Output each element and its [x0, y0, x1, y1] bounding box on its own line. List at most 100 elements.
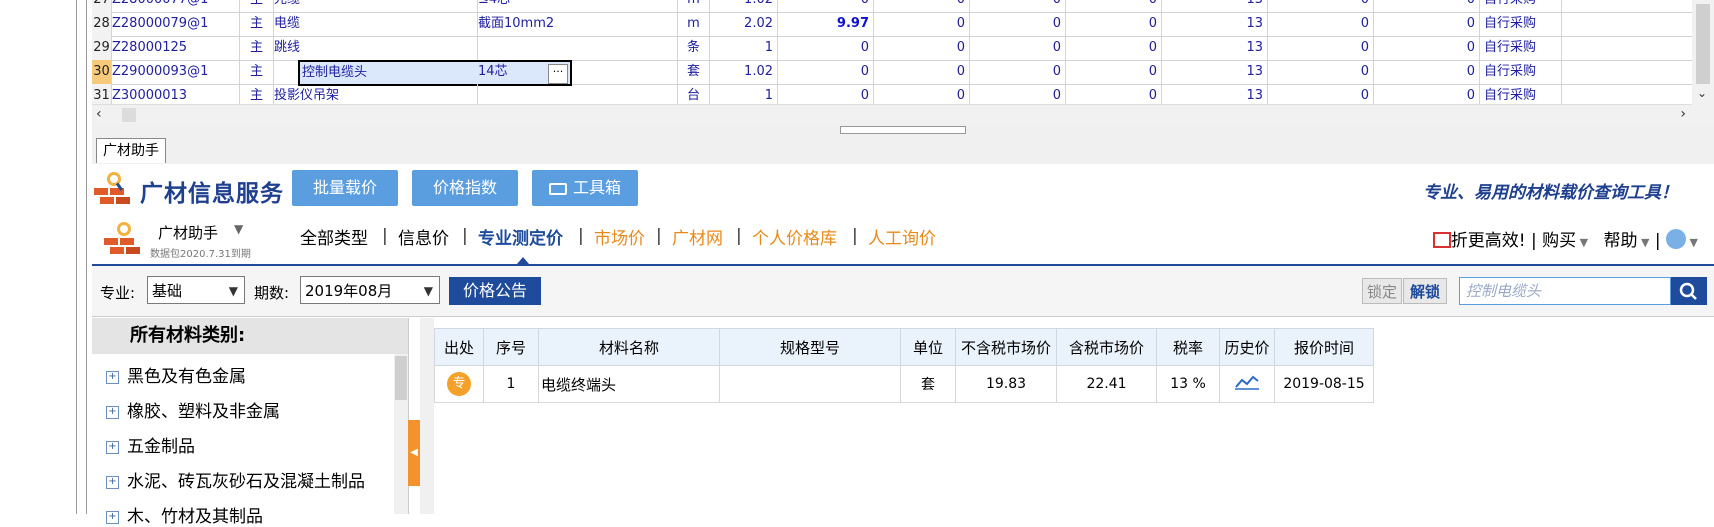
- category-item[interactable]: + 五金制品: [106, 432, 195, 457]
- search-icon[interactable]: [1671, 277, 1707, 305]
- unit-cell[interactable]: m: [678, 0, 710, 12]
- type-cell[interactable]: 主: [240, 0, 274, 12]
- source-cell[interactable]: 自行采购: [1480, 36, 1562, 60]
- type-cell[interactable]: 主: [240, 36, 274, 60]
- name-cell[interactable]: 跳线: [274, 36, 478, 60]
- value-cell[interactable]: 0: [1268, 60, 1374, 84]
- user-icon[interactable]: [1666, 229, 1687, 249]
- qty-cell[interactable]: 1.02: [710, 0, 778, 12]
- toolbox-button[interactable]: 工具箱: [532, 170, 638, 206]
- code-cell[interactable]: Z28000125: [112, 36, 240, 60]
- value-cell[interactable]: 13: [1162, 60, 1268, 84]
- unlock-button[interactable]: 解锁: [1403, 278, 1447, 304]
- category-scrollbar[interactable]: [394, 354, 408, 514]
- value-cell[interactable]: 0: [1374, 0, 1480, 12]
- batch-load-price-button[interactable]: 批量载价: [292, 170, 398, 206]
- source-cell[interactable]: 专: [434, 365, 484, 403]
- nav-all-types[interactable]: 全部类型: [300, 224, 368, 249]
- type-cell[interactable]: 主: [240, 12, 274, 36]
- qty-cell[interactable]: 1: [710, 36, 778, 60]
- expand-icon[interactable]: +: [106, 510, 119, 524]
- scroll-down-icon[interactable]: ⌄: [1697, 86, 1707, 100]
- history-price-cell[interactable]: [1219, 365, 1275, 403]
- source-cell[interactable]: 自行采购: [1480, 60, 1562, 84]
- value-cell[interactable]: 0: [874, 12, 970, 36]
- type-cell[interactable]: 主: [240, 60, 274, 84]
- vertical-scrollbar[interactable]: ⌄: [1692, 0, 1714, 124]
- value-cell[interactable]: 0: [970, 36, 1066, 60]
- help-menu[interactable]: 帮助: [1604, 231, 1638, 251]
- value-cell[interactable]: 0: [1066, 12, 1162, 36]
- value-cell[interactable]: 0: [1066, 0, 1162, 12]
- book-icon[interactable]: [1432, 232, 1451, 248]
- price-index-button[interactable]: 价格指数: [412, 170, 518, 206]
- value-cell[interactable]: 13: [1162, 12, 1268, 36]
- category-item[interactable]: + 木、竹材及其制品: [106, 502, 263, 527]
- code-cell[interactable]: Z28000077@1: [112, 0, 240, 12]
- value-cell[interactable]: 0: [1066, 60, 1162, 84]
- value-cell[interactable]: 0: [1268, 12, 1374, 36]
- spec-cell[interactable]: ≤4芯: [478, 0, 678, 12]
- pane-splitter[interactable]: [92, 124, 1714, 136]
- value-cell[interactable]: 0: [970, 0, 1066, 12]
- scroll-left-icon[interactable]: ‹: [96, 106, 102, 122]
- code-cell[interactable]: Z28000079@1: [112, 12, 240, 36]
- category-item[interactable]: + 橡胶、塑料及非金属: [106, 397, 280, 422]
- tab-gc-assistant[interactable]: 广材助手: [96, 138, 166, 163]
- source-cell[interactable]: 自行采购: [1480, 12, 1562, 36]
- price-cell[interactable]: 9.97: [778, 12, 874, 36]
- table-row[interactable]: 29 Z28000125 主 跳线 条 1 0 0 0 0 13 0 0 自行采…: [92, 36, 1697, 61]
- value-cell[interactable]: 0: [1268, 0, 1374, 12]
- buy-menu[interactable]: 购买: [1542, 231, 1576, 251]
- value-cell[interactable]: 0: [970, 12, 1066, 36]
- price-cell[interactable]: 0: [778, 60, 874, 84]
- expand-icon[interactable]: +: [106, 440, 119, 454]
- scroll-thumb[interactable]: [395, 356, 407, 400]
- major-select[interactable]: 基础 ▼: [147, 276, 245, 304]
- chevron-down-icon[interactable]: ▼: [234, 222, 243, 236]
- value-cell[interactable]: 0: [1066, 36, 1162, 60]
- spec-cell[interactable]: [478, 36, 678, 60]
- qty-cell[interactable]: 2.02: [710, 12, 778, 36]
- efficiency-link[interactable]: 折更高效!: [1451, 231, 1526, 251]
- category-item[interactable]: + 水泥、砖瓦灰砂石及混凝土制品: [106, 467, 365, 492]
- nav-info-price[interactable]: 信息价: [398, 224, 449, 249]
- qty-cell[interactable]: 1.02: [710, 60, 778, 84]
- value-cell[interactable]: 0: [874, 0, 970, 12]
- search-input[interactable]: 控制电缆头: [1459, 277, 1671, 305]
- pretax-price-cell[interactable]: 19.83: [955, 365, 1057, 403]
- value-cell[interactable]: 0: [874, 60, 970, 84]
- chevron-down-icon[interactable]: ▼: [1576, 236, 1588, 249]
- code-cell[interactable]: Z29000093@1: [112, 60, 240, 84]
- value-cell[interactable]: 13: [1162, 0, 1268, 12]
- nav-market-price[interactable]: 市场价: [594, 224, 645, 249]
- value-cell[interactable]: 0: [1374, 60, 1480, 84]
- name-cell[interactable]: 电缆: [274, 12, 478, 36]
- nav-manual-inquiry[interactable]: 人工询价: [868, 224, 936, 249]
- name-cell[interactable]: 光缆: [274, 0, 478, 12]
- value-cell[interactable]: 0: [970, 60, 1066, 84]
- taxed-price-cell[interactable]: 22.41: [1056, 365, 1157, 403]
- account-name[interactable]: 广材助手: [158, 222, 218, 243]
- splitter-grip[interactable]: [840, 126, 966, 134]
- professional-source-badge[interactable]: 专: [447, 372, 471, 396]
- price-announcement-button[interactable]: 价格公告: [449, 277, 541, 305]
- chevron-down-icon[interactable]: ▼: [1686, 236, 1698, 249]
- unit-cell[interactable]: 套: [678, 60, 710, 84]
- spec-cell[interactable]: 截面10mm2: [478, 12, 678, 36]
- nav-personal-price-library[interactable]: 个人价格库: [752, 224, 837, 249]
- value-cell[interactable]: 0: [874, 36, 970, 60]
- price-cell[interactable]: 0: [778, 36, 874, 60]
- horizontal-scrollbar[interactable]: ‹ ›: [92, 104, 1692, 125]
- collapse-panel-handle[interactable]: ◀: [408, 420, 420, 486]
- lock-button[interactable]: 锁定: [1362, 278, 1402, 304]
- spec-cell[interactable]: 14芯: [478, 60, 678, 84]
- material-name-cell[interactable]: 电缆终端头: [538, 365, 720, 403]
- table-row[interactable]: 30 Z29000093@1 主 控制电缆头 ··· 14芯 套 1.02 0 …: [92, 60, 1697, 86]
- scroll-thumb[interactable]: [122, 108, 136, 122]
- expand-icon[interactable]: +: [106, 370, 119, 384]
- value-cell[interactable]: 0: [1374, 12, 1480, 36]
- scroll-thumb[interactable]: [1696, 4, 1710, 84]
- price-cell[interactable]: 0: [778, 0, 874, 12]
- nav-professional-price[interactable]: 专业测定价: [478, 224, 563, 249]
